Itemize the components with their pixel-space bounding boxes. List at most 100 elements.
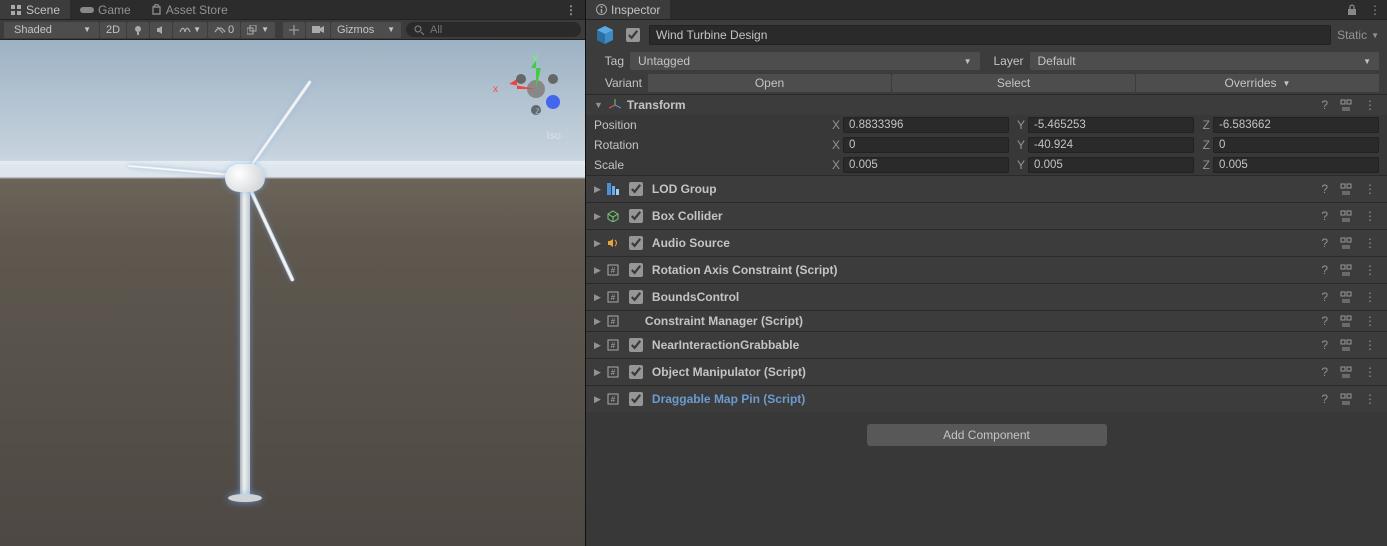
help-icon[interactable]: ? [1318, 182, 1331, 196]
component-draggable-map-pin-script-[interactable]: ▶#Draggable Map Pin (Script)?⋮ [586, 385, 1387, 412]
component-enabled-checkbox[interactable] [629, 182, 643, 196]
component-enabled-checkbox[interactable] [629, 209, 643, 223]
help-icon[interactable]: ? [1318, 290, 1331, 304]
help-icon[interactable]: ? [1318, 365, 1331, 379]
shading-mode-dropdown[interactable]: Shaded ▼ [4, 22, 99, 38]
panel-menu-icon[interactable]: ⋮ [1363, 3, 1387, 17]
rotation-y[interactable] [1028, 137, 1194, 153]
orientation-gizmo[interactable]: x y z [501, 54, 571, 124]
view-2d-toggle[interactable]: 2D [100, 22, 126, 38]
preset-icon[interactable] [1337, 264, 1355, 276]
tab-scene[interactable]: Scene [0, 0, 70, 19]
position-z[interactable] [1213, 117, 1379, 133]
scene-search[interactable] [406, 22, 581, 37]
preset-icon[interactable] [1337, 393, 1355, 405]
preset-icon[interactable] [1337, 99, 1355, 111]
help-icon[interactable]: ? [1318, 209, 1331, 223]
component-enabled-checkbox[interactable] [629, 392, 643, 406]
static-dropdown[interactable]: Static ▼ [1337, 28, 1379, 42]
scale-y[interactable] [1028, 157, 1194, 173]
position-x[interactable] [843, 117, 1009, 133]
perspective-label[interactable]: Iso [546, 130, 561, 142]
tab-menu-icon[interactable]: ⋮ [557, 3, 585, 17]
component-boundscontrol[interactable]: ▶#BoundsControl?⋮ [586, 283, 1387, 310]
tab-inspector[interactable]: Inspector [586, 0, 670, 19]
tab-asset-store[interactable]: Asset Store [141, 0, 238, 19]
camera-button[interactable] [306, 22, 330, 38]
hidden-objects-button[interactable]: 0 [208, 22, 240, 38]
preset-icon[interactable] [1337, 315, 1355, 327]
audio-toggle-icon[interactable] [150, 22, 172, 38]
fold-icon[interactable]: ▶ [594, 184, 601, 195]
gizmos-dropdown[interactable]: Gizmos ▼ [331, 22, 401, 38]
scale-z[interactable] [1213, 157, 1379, 173]
lock-icon[interactable] [1341, 4, 1363, 15]
help-icon[interactable]: ? [1318, 98, 1331, 112]
component-menu-icon[interactable]: ⋮ [1361, 209, 1379, 223]
component-constraint-manager-script-[interactable]: ▶#Constraint Manager (Script)?⋮ [586, 310, 1387, 331]
preset-icon[interactable] [1337, 366, 1355, 378]
component-enabled-checkbox[interactable] [629, 236, 643, 250]
tool-handles-button[interactable] [283, 22, 305, 38]
gameobject-enabled-checkbox[interactable] [626, 28, 640, 42]
component-rotation-axis-constraint-script-[interactable]: ▶#Rotation Axis Constraint (Script)?⋮ [586, 256, 1387, 283]
component-lod-group[interactable]: ▶LOD Group?⋮ [586, 175, 1387, 202]
help-icon[interactable]: ? [1318, 263, 1331, 277]
component-nearinteractiongrabbable[interactable]: ▶#NearInteractionGrabbable?⋮ [586, 331, 1387, 358]
component-menu-icon[interactable]: ⋮ [1361, 392, 1379, 406]
component-object-manipulator-script-[interactable]: ▶#Object Manipulator (Script)?⋮ [586, 358, 1387, 385]
lighting-toggle-icon[interactable] [127, 22, 149, 38]
tag-dropdown[interactable]: Untagged ▼ [630, 52, 980, 70]
component-menu-icon[interactable]: ⋮ [1361, 290, 1379, 304]
wind-turbine-model[interactable] [160, 120, 360, 530]
layer-dropdown[interactable]: Default ▼ [1030, 52, 1380, 70]
position-y[interactable] [1028, 117, 1194, 133]
fold-icon[interactable]: ▶ [594, 292, 601, 303]
component-menu-icon[interactable]: ⋮ [1361, 182, 1379, 196]
rotation-x[interactable] [843, 137, 1009, 153]
component-enabled-checkbox[interactable] [629, 290, 643, 304]
scale-x[interactable] [843, 157, 1009, 173]
preset-icon[interactable] [1337, 183, 1355, 195]
scene-viewport[interactable]: x y z Iso [0, 40, 585, 546]
tab-game[interactable]: Game [70, 0, 141, 19]
preset-icon[interactable] [1337, 237, 1355, 249]
component-menu-icon[interactable]: ⋮ [1361, 236, 1379, 250]
component-audio-source[interactable]: ▶Audio Source?⋮ [586, 229, 1387, 256]
preset-icon[interactable] [1337, 291, 1355, 303]
fx-toggle-icon[interactable]: ▼ [173, 22, 207, 38]
fold-icon[interactable]: ▶ [594, 211, 601, 222]
fold-icon[interactable]: ▶ [594, 394, 601, 405]
component-enabled-checkbox[interactable] [629, 263, 643, 277]
fold-icon[interactable]: ▶ [594, 265, 601, 276]
fold-icon[interactable]: ▶ [594, 340, 601, 351]
component-menu-icon[interactable]: ⋮ [1361, 98, 1379, 112]
component-enabled-checkbox[interactable] [629, 365, 643, 379]
fold-icon[interactable]: ▶ [594, 367, 601, 378]
component-menu-icon[interactable]: ⋮ [1361, 338, 1379, 352]
add-component-button[interactable]: Add Component [867, 424, 1107, 446]
select-prefab-button[interactable]: Select [892, 74, 1135, 92]
preset-icon[interactable] [1337, 210, 1355, 222]
component-menu-icon[interactable]: ⋮ [1361, 314, 1379, 328]
help-icon[interactable]: ? [1318, 314, 1331, 328]
help-icon[interactable]: ? [1318, 236, 1331, 250]
gameobject-name-field[interactable] [649, 25, 1331, 45]
fold-icon[interactable]: ▼ [594, 100, 603, 110]
fold-icon[interactable]: ▶ [594, 316, 601, 327]
rotation-z[interactable] [1213, 137, 1379, 153]
preset-icon[interactable] [1337, 339, 1355, 351]
scene-search-input[interactable] [428, 23, 573, 37]
component-menu-icon[interactable]: ⋮ [1361, 365, 1379, 379]
component-enabled-checkbox[interactable] [629, 338, 643, 352]
component-menu-icon[interactable]: ⋮ [1361, 263, 1379, 277]
component-icon: # [607, 393, 619, 405]
grid-toggle-button[interactable]: ▼ [241, 22, 275, 38]
open-prefab-button[interactable]: Open [648, 74, 891, 92]
help-icon[interactable]: ? [1318, 392, 1331, 406]
fold-icon[interactable]: ▶ [594, 238, 601, 249]
transform-header[interactable]: ▼ Transform ? ⋮ [586, 94, 1387, 115]
overrides-dropdown[interactable]: Overrides ▼ [1136, 74, 1379, 92]
component-box-collider[interactable]: ▶Box Collider?⋮ [586, 202, 1387, 229]
help-icon[interactable]: ? [1318, 338, 1331, 352]
